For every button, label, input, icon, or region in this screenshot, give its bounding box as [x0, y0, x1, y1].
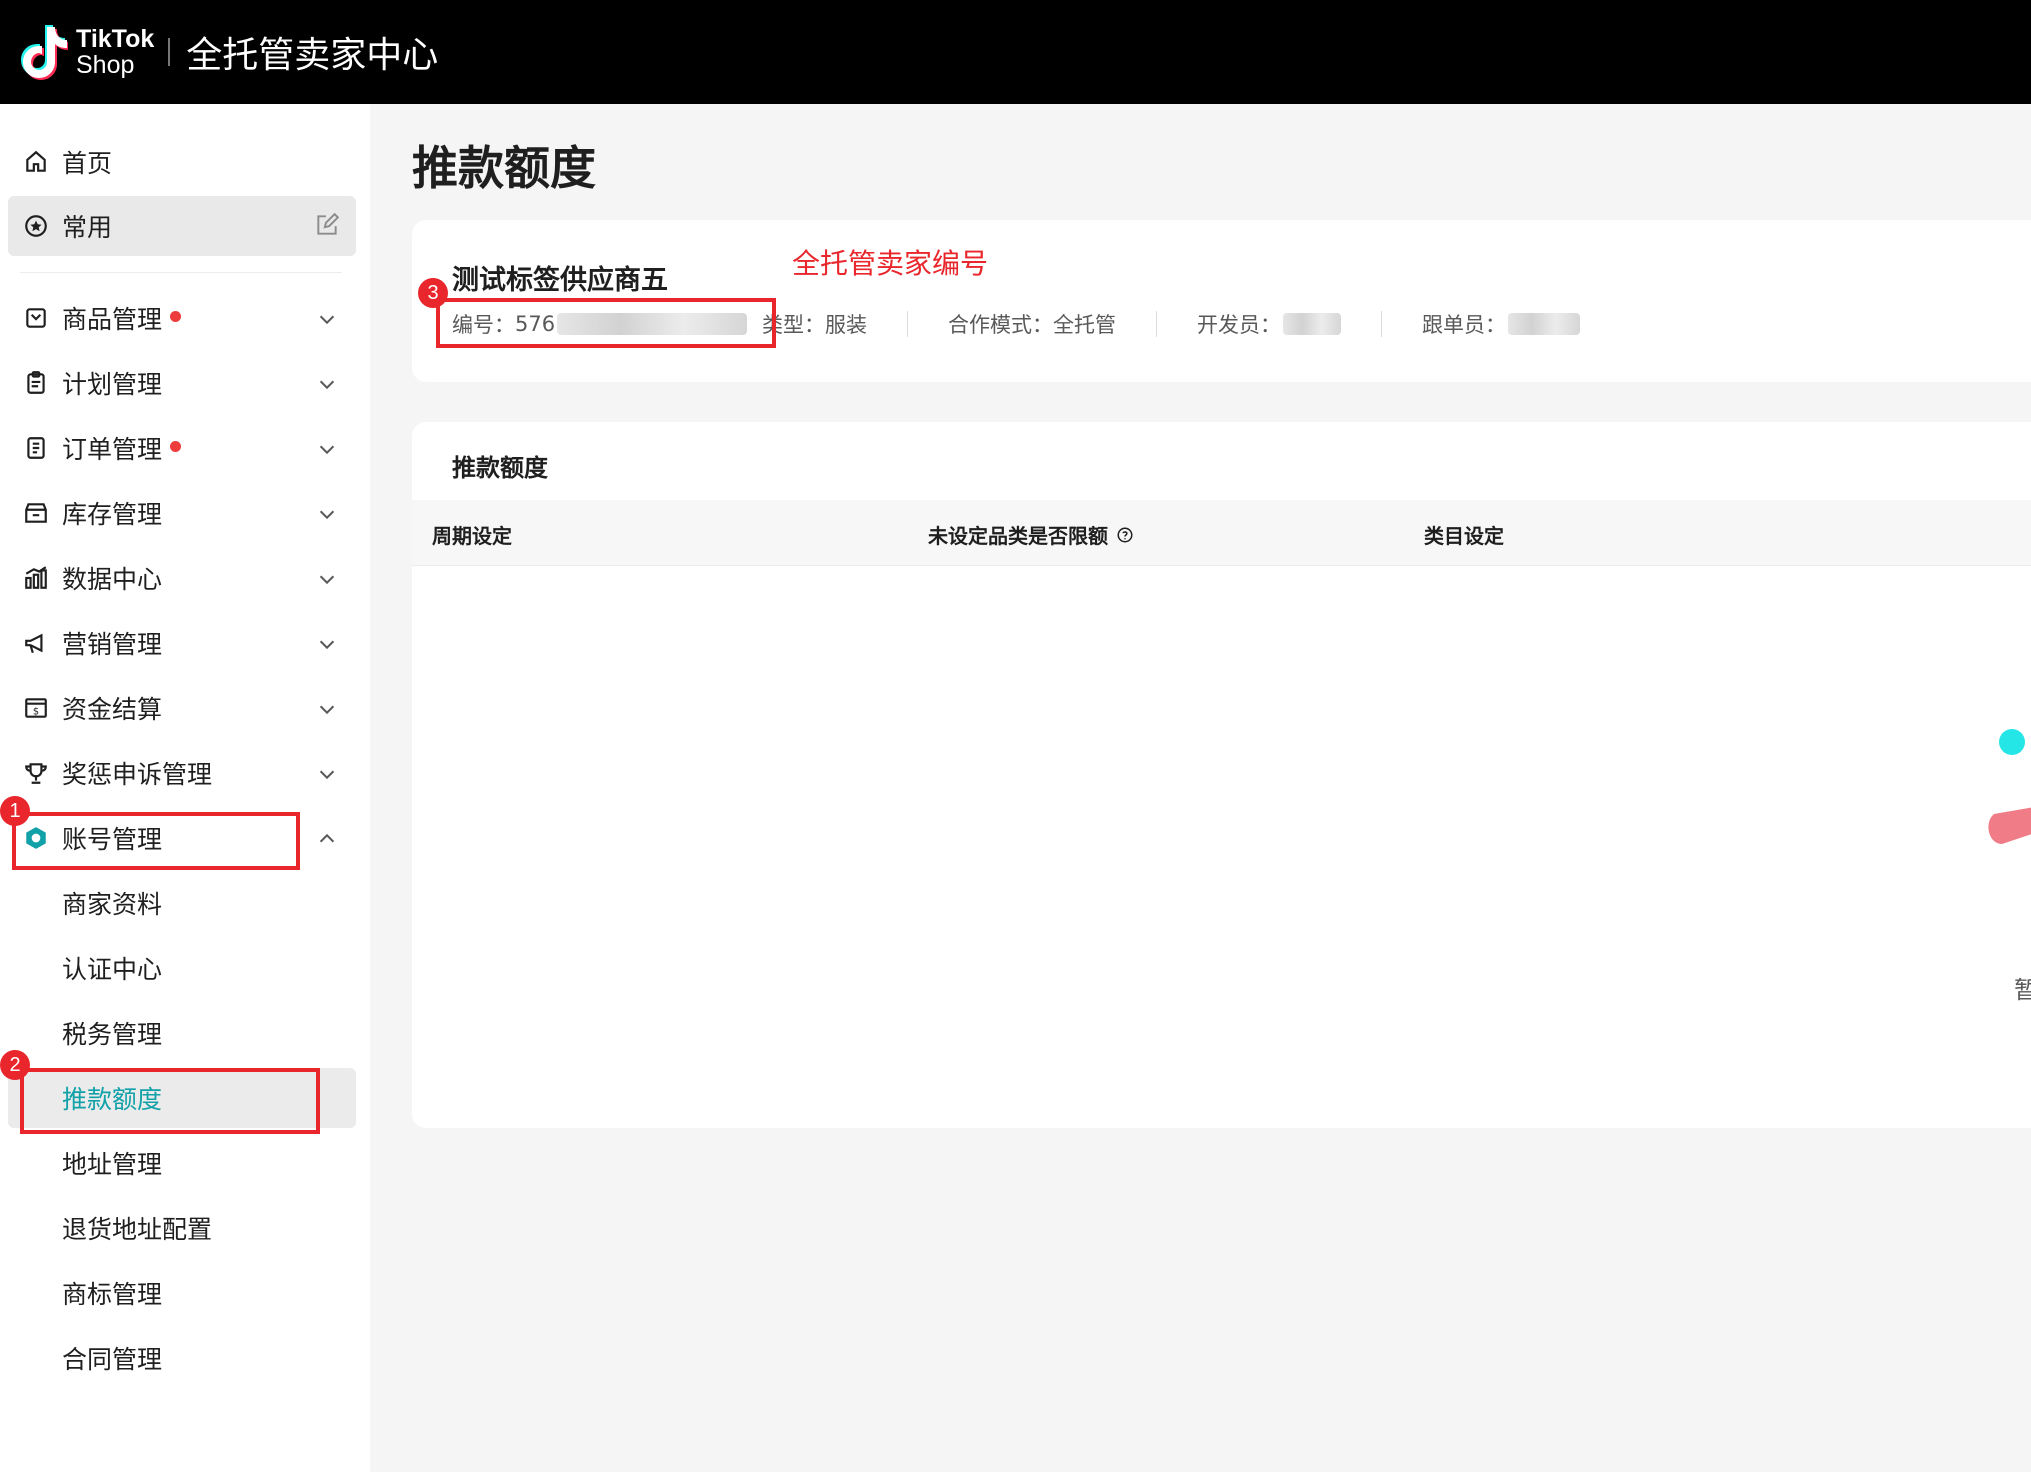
sidebar-item-label: 资金结算: [62, 695, 163, 724]
type-value: 服装: [825, 313, 867, 337]
sidebar-subitem-tax[interactable]: 税务管理: [8, 1003, 356, 1063]
money-icon: $: [22, 694, 50, 722]
field-separator: [907, 311, 908, 337]
empty-state-text: 暂: [2014, 976, 2031, 1004]
type-field: 类型： 服装: [762, 309, 867, 339]
megaphone-icon: [22, 629, 50, 657]
annotation-badge-2: 2: [0, 1050, 30, 1080]
sidebar-subitem-contract[interactable]: 合同管理: [8, 1328, 356, 1388]
chevron-up-icon[interactable]: [316, 828, 338, 850]
chevron-down-icon[interactable]: [316, 373, 338, 395]
tiktok-logo-icon[interactable]: [20, 23, 69, 81]
home-icon: [22, 148, 50, 176]
chevron-down-icon[interactable]: [316, 568, 338, 590]
sidebar-subitem-merchant-profile[interactable]: 商家资料: [8, 873, 356, 933]
header-separator: [168, 38, 171, 66]
empty-state-illustration: [1988, 729, 2031, 844]
sidebar-item-label: 计划管理: [62, 370, 163, 399]
follower-label: 跟单员：: [1422, 313, 1506, 337]
push-quota-table-card: 推款额度 周期设定 未设定品类是否限额 类目设定 暂: [412, 422, 2031, 1128]
trophy-icon: [22, 759, 50, 787]
sidebar-item-data-center[interactable]: 数据中心: [8, 548, 356, 608]
tiktok-shop-wordmark: TikTok Shop: [76, 26, 154, 78]
sidebar-item-plans[interactable]: 计划管理: [8, 353, 356, 413]
field-separator: [1381, 311, 1382, 337]
sidebar-subitem-address[interactable]: 地址管理: [8, 1133, 356, 1193]
column-header-category: 类目设定: [1424, 524, 1504, 548]
sidebar-item-rewards-appeals[interactable]: 奖惩申诉管理: [8, 743, 356, 803]
supplier-name: 测试标签供应商五: [452, 265, 668, 296]
field-separator: [1156, 311, 1157, 337]
follower-field: 跟单员：: [1422, 309, 1580, 339]
clipboard-icon: [22, 369, 50, 397]
sidebar-divider: [20, 272, 342, 273]
chevron-down-icon[interactable]: [316, 438, 338, 460]
sidebar: 首页 常用 商品管理 计划管理 订单管理 库存管理 数据中心 营销管理 $ 资金…: [0, 104, 370, 1472]
help-circle-icon[interactable]: [1116, 526, 1134, 544]
sidebar-item-orders[interactable]: 订单管理: [8, 418, 356, 478]
logo-line1: TikTok: [76, 25, 155, 53]
warehouse-icon: [22, 499, 50, 527]
sidebar-subitem-trademark[interactable]: 商标管理: [8, 1263, 356, 1323]
sidebar-item-label: 常用: [62, 213, 113, 242]
sidebar-item-label: 数据中心: [62, 565, 163, 594]
chevron-down-icon[interactable]: [316, 633, 338, 655]
sidebar-subitem-certification[interactable]: 认证中心: [8, 938, 356, 998]
mode-value: 全托管: [1053, 313, 1116, 337]
star-circle-icon: [22, 212, 50, 240]
sidebar-item-label: 营销管理: [62, 630, 163, 659]
app-title: 全托管卖家中心: [186, 35, 439, 76]
mode-label: 合作模式：: [948, 313, 1053, 337]
sidebar-item-settlement[interactable]: $ 资金结算: [8, 678, 356, 738]
annotation-box-push-quota: [20, 1068, 320, 1134]
notification-dot: [170, 310, 182, 322]
table-card-title: 推款额度: [452, 454, 548, 482]
sidebar-item-favorites[interactable]: 常用: [8, 196, 356, 256]
sidebar-item-label: 商品管理: [62, 305, 163, 334]
annotation-badge-1: 1: [0, 796, 30, 826]
annotation-badge-3: 3: [418, 278, 448, 308]
redacted-developer: [1283, 313, 1341, 335]
developer-field: 开发员：: [1197, 309, 1341, 339]
sidebar-item-label: 首页: [62, 149, 113, 178]
annotation-label-seller-id: 全托管卖家编号: [792, 247, 989, 280]
column-header-cycle: 周期设定: [432, 524, 512, 548]
redacted-follower: [1508, 313, 1580, 335]
chevron-down-icon[interactable]: [316, 698, 338, 720]
sidebar-subitem-return-address[interactable]: 退货地址配置: [8, 1198, 356, 1258]
developer-label: 开发员：: [1197, 313, 1281, 337]
sidebar-item-marketing[interactable]: 营销管理: [8, 613, 356, 673]
sidebar-item-inventory[interactable]: 库存管理: [8, 483, 356, 543]
logo-line2: Shop: [76, 51, 135, 79]
annotation-box-seller-id: [436, 298, 776, 348]
document-icon: [22, 434, 50, 462]
sidebar-item-home[interactable]: 首页: [8, 132, 356, 192]
notification-dot: [170, 440, 182, 452]
bar-chart-icon: [22, 564, 50, 592]
page-title: 推款额度: [412, 141, 596, 195]
top-header: TikTok Shop 全托管卖家中心: [0, 0, 2031, 104]
annotation-box-account: [12, 812, 300, 870]
svg-text:$: $: [33, 707, 39, 718]
chevron-down-icon[interactable]: [316, 503, 338, 525]
sidebar-item-label: 库存管理: [62, 500, 163, 529]
edit-icon[interactable]: [314, 212, 340, 238]
sidebar-item-label: 奖惩申诉管理: [62, 760, 213, 789]
table-header: 周期设定 未设定品类是否限额 类目设定: [412, 500, 2031, 566]
chevron-down-icon[interactable]: [316, 763, 338, 785]
sidebar-item-products[interactable]: 商品管理: [8, 288, 356, 348]
mode-field: 合作模式： 全托管: [948, 309, 1116, 339]
chevron-down-icon[interactable]: [316, 308, 338, 330]
sidebar-item-label: 订单管理: [62, 435, 163, 464]
box-icon: [22, 304, 50, 332]
column-header-unset-limit: 未设定品类是否限额: [928, 520, 1134, 549]
